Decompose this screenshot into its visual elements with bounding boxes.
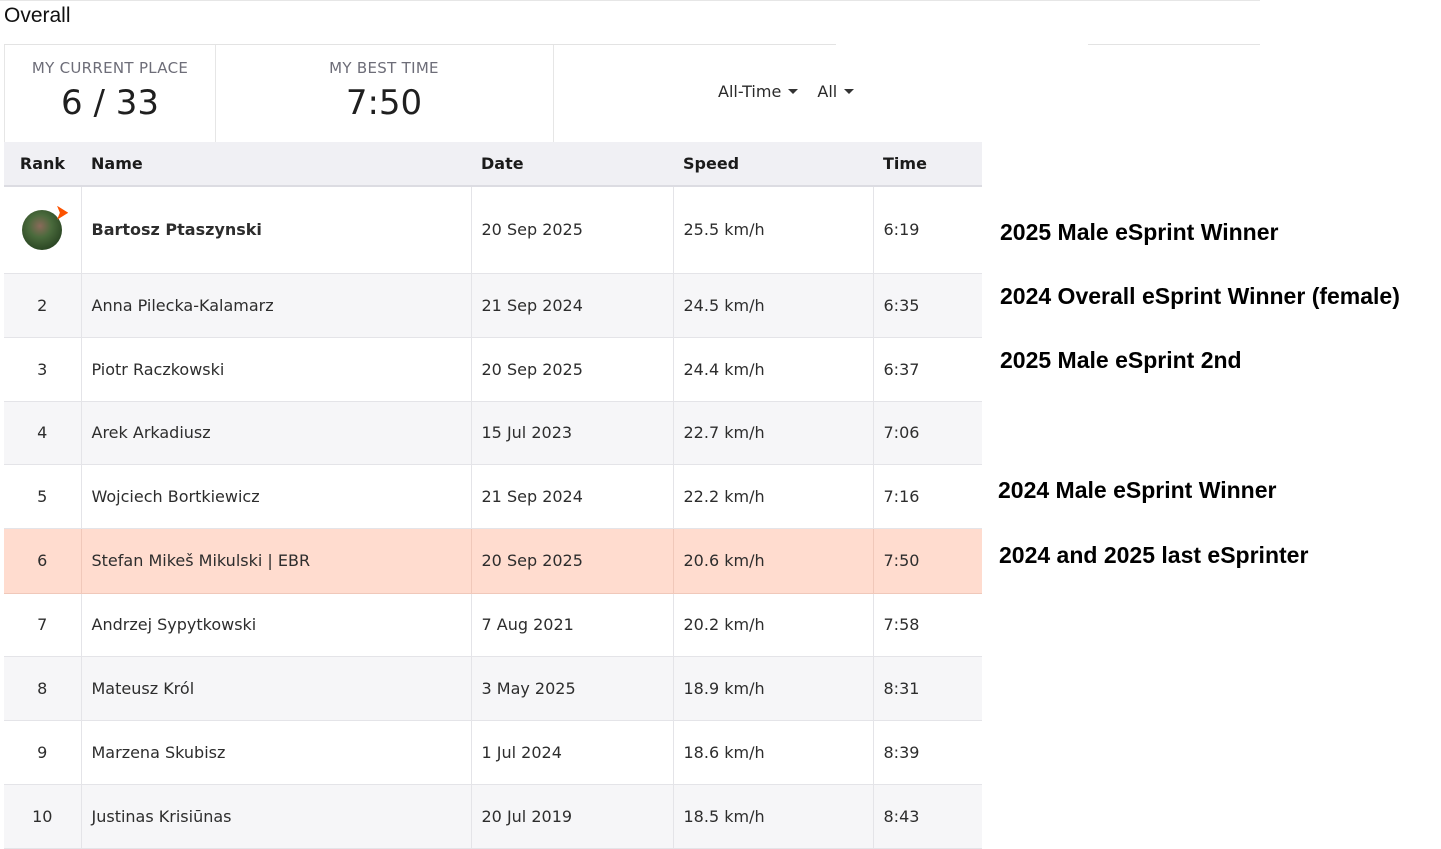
table-row: 10 Justinas Krisiūnas 20 Jul 2019 18.5 k… xyxy=(4,784,982,849)
title-divider xyxy=(1088,44,1260,45)
rank-cell: 6 xyxy=(4,528,82,594)
time-cell: 7:58 xyxy=(873,593,982,657)
group-filter-dropdown[interactable]: All xyxy=(817,82,855,101)
group-filter-label: All xyxy=(817,82,838,101)
activity-date-link[interactable]: 21 Sep 2024 xyxy=(471,464,674,529)
best-time-value: 7:50 xyxy=(345,83,423,123)
table-row: 9 Marzena Skubisz 1 Jul 2024 18.6 km/h 8… xyxy=(4,720,982,785)
time-cell: 8:31 xyxy=(873,656,982,721)
header-speed[interactable]: Speed xyxy=(673,142,873,187)
activity-date-link[interactable]: 20 Sep 2025 xyxy=(471,186,674,274)
time-cell: 8:39 xyxy=(873,720,982,785)
avatar[interactable] xyxy=(22,205,69,250)
activity-date-link[interactable]: 3 May 2025 xyxy=(471,656,674,721)
header-date[interactable]: Date xyxy=(471,142,673,187)
activity-date-link[interactable]: 15 Jul 2023 xyxy=(471,401,674,465)
crown-badge-icon xyxy=(57,205,69,220)
annotation-note: 2024 and 2025 last eSprinter xyxy=(999,542,1309,568)
activity-date-link[interactable]: 21 Sep 2024 xyxy=(471,273,674,338)
athlete-name[interactable]: Piotr Raczkowski xyxy=(81,337,472,402)
rank-cell: 2 xyxy=(4,273,82,338)
rank-cell: 3 xyxy=(4,337,82,402)
speed-cell: 22.7 km/h xyxy=(673,401,874,465)
speed-cell: 18.5 km/h xyxy=(673,784,874,849)
annotation-note: 2024 Male eSprint Winner xyxy=(998,477,1277,503)
top-divider xyxy=(0,0,1260,1)
speed-cell: 20.6 km/h xyxy=(673,528,874,594)
page-title: Overall xyxy=(4,4,71,27)
rank-cell: 7 xyxy=(4,593,82,657)
best-time-label: MY BEST TIME xyxy=(329,59,439,77)
rank-cell xyxy=(4,186,82,274)
time-cell: 7:16 xyxy=(873,464,982,529)
annotation-note: 2024 Overall eSprint Winner (female) xyxy=(1000,283,1400,309)
time-cell: 6:19 xyxy=(873,186,982,274)
table-row: 8 Mateusz Król 3 May 2025 18.9 km/h 8:31 xyxy=(4,656,982,721)
activity-date-link[interactable]: 7 Aug 2021 xyxy=(471,593,674,657)
athlete-name[interactable]: Mateusz Król xyxy=(81,656,472,721)
leaderboard-table: Rank Name Date Speed Time Bartosz Ptaszy… xyxy=(4,142,982,849)
rank-cell: 5 xyxy=(4,464,82,529)
caret-down-icon xyxy=(788,89,799,94)
athlete-name[interactable]: Wojciech Bortkiewicz xyxy=(81,464,472,529)
athlete-name[interactable]: Bartosz Ptaszynski xyxy=(81,186,472,274)
athlete-name[interactable]: Stefan Mikeš Mikulski | EBR xyxy=(81,528,472,594)
table-row: Bartosz Ptaszynski 20 Sep 2025 25.5 km/h… xyxy=(4,186,982,274)
athlete-name[interactable]: Arek Arkadiusz xyxy=(81,401,472,465)
header-rank[interactable]: Rank xyxy=(4,142,81,187)
speed-cell: 25.5 km/h xyxy=(673,186,874,274)
table-row: 2 Anna Pilecka-Kalamarz 21 Sep 2024 24.5… xyxy=(4,273,982,338)
speed-cell: 18.6 km/h xyxy=(673,720,874,785)
header-time[interactable]: Time xyxy=(873,142,982,187)
speed-cell: 24.4 km/h xyxy=(673,337,874,402)
activity-date-link[interactable]: 20 Jul 2019 xyxy=(471,784,674,849)
time-cell: 8:43 xyxy=(873,784,982,849)
annotation-note: 2025 Male eSprint 2nd xyxy=(1000,347,1242,373)
speed-cell: 22.2 km/h xyxy=(673,464,874,529)
table-header-row: Rank Name Date Speed Time xyxy=(4,142,982,187)
annotation-note: 2025 Male eSprint Winner xyxy=(1000,219,1279,245)
athlete-name[interactable]: Andrzej Sypytkowski xyxy=(81,593,472,657)
activity-date-link[interactable]: 20 Sep 2025 xyxy=(471,337,674,402)
header-name[interactable]: Name xyxy=(81,142,471,187)
table-row: 7 Andrzej Sypytkowski 7 Aug 2021 20.2 km… xyxy=(4,593,982,657)
time-cell: 7:06 xyxy=(873,401,982,465)
best-time-stat: MY BEST TIME 7:50 xyxy=(215,45,554,142)
caret-down-icon xyxy=(844,89,855,94)
rank-cell: 10 xyxy=(4,784,82,849)
rank-cell: 4 xyxy=(4,401,82,465)
current-place-stat: MY CURRENT PLACE 6 / 33 xyxy=(4,45,216,142)
rank-cell: 9 xyxy=(4,720,82,785)
time-cell: 6:37 xyxy=(873,337,982,402)
current-place-label: MY CURRENT PLACE xyxy=(31,59,189,77)
table-row-current-user: 6 Stefan Mikeš Mikulski | EBR 20 Sep 202… xyxy=(4,528,982,594)
rank-cell: 8 xyxy=(4,656,82,721)
time-cell: 6:35 xyxy=(873,273,982,338)
athlete-name[interactable]: Marzena Skubisz xyxy=(81,720,472,785)
current-place-value: 6 / 33 xyxy=(61,83,159,123)
table-row: 4 Arek Arkadiusz 15 Jul 2023 22.7 km/h 7… xyxy=(4,401,982,465)
activity-date-link[interactable]: 1 Jul 2024 xyxy=(471,720,674,785)
table-row: 5 Wojciech Bortkiewicz 21 Sep 2024 22.2 … xyxy=(4,464,982,529)
time-cell: 7:50 xyxy=(873,528,982,594)
period-filter-label: All-Time xyxy=(718,82,782,101)
athlete-name[interactable]: Anna Pilecka-Kalamarz xyxy=(81,273,472,338)
activity-date-link[interactable]: 20 Sep 2025 xyxy=(471,528,674,594)
period-filter-dropdown[interactable]: All-Time xyxy=(718,82,799,101)
speed-cell: 20.2 km/h xyxy=(673,593,874,657)
filters-bar: All-Time All xyxy=(718,82,868,101)
speed-cell: 18.9 km/h xyxy=(673,656,874,721)
speed-cell: 24.5 km/h xyxy=(673,273,874,338)
athlete-name[interactable]: Justinas Krisiūnas xyxy=(81,784,472,849)
table-row: 3 Piotr Raczkowski 20 Sep 2025 24.4 km/h… xyxy=(4,337,982,402)
